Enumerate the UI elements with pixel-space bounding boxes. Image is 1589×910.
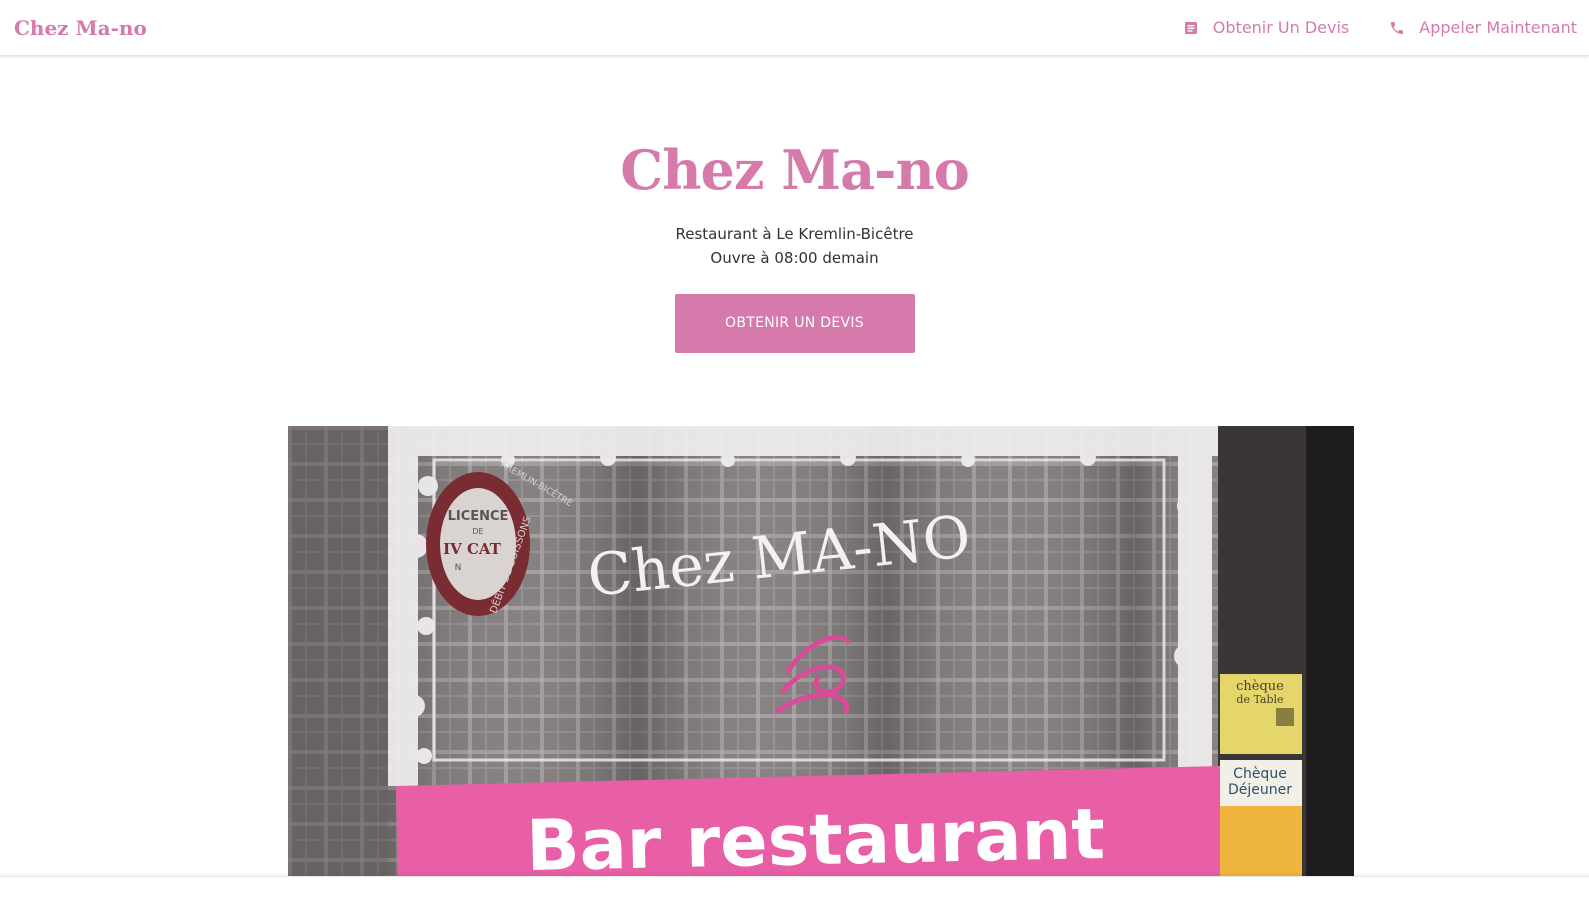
svg-text:de Table: de Table: [1236, 693, 1283, 706]
hero-section: Chez Ma-no Restaurant à Le Kremlin-Bicêt…: [0, 56, 1589, 353]
svg-text:Déjeuner: Déjeuner: [1228, 782, 1292, 798]
svg-text:chèque: chèque: [1236, 679, 1284, 694]
nav-call-now-link[interactable]: Appeler Maintenant: [1389, 18, 1577, 37]
svg-text:DE: DE: [472, 527, 483, 536]
svg-text:Chèque: Chèque: [1233, 766, 1287, 782]
hero-subtitle: Restaurant à Le Kremlin-Bicêtre Ouvre à …: [0, 222, 1589, 270]
storefront-photo: LICENCE DE IV CAT N KREMLIN-BICÊTRE DÉBI…: [288, 426, 1354, 876]
phone-icon: [1389, 20, 1405, 36]
banner-lettering: Bar restaurant: [525, 793, 1105, 876]
svg-text:LICENCE: LICENCE: [448, 509, 509, 524]
brand-logo-link[interactable]: Chez Ma-no: [14, 16, 147, 40]
nav-get-quote-label: Obtenir Un Devis: [1212, 18, 1350, 37]
get-quote-button[interactable]: OBTENIR UN DEVIS: [674, 294, 915, 353]
business-category-text: Restaurant à Le Kremlin-Bicêtre: [675, 225, 914, 243]
header-nav: Obtenir Un Devis Appeler Maintenant: [1143, 18, 1577, 37]
svg-text:IV CAT: IV CAT: [443, 540, 502, 558]
cookie-consent-bar: [0, 876, 1589, 910]
nav-call-now-label: Appeler Maintenant: [1419, 18, 1577, 37]
document-icon: [1183, 20, 1199, 36]
cheque-de-table-sticker: chèque de Table: [1220, 674, 1302, 754]
top-navigation-bar: Chez Ma-no Obtenir Un Devis Appeler Main…: [0, 0, 1589, 56]
page-title: Chez Ma-no: [620, 138, 970, 202]
svg-text:N: N: [455, 563, 462, 573]
nav-get-quote-link[interactable]: Obtenir Un Devis: [1183, 18, 1349, 37]
cheque-dejeuner-sticker: Chèque Déjeuner: [1220, 760, 1302, 876]
opening-hours-text: Ouvre à 08:00 demain: [710, 249, 879, 267]
